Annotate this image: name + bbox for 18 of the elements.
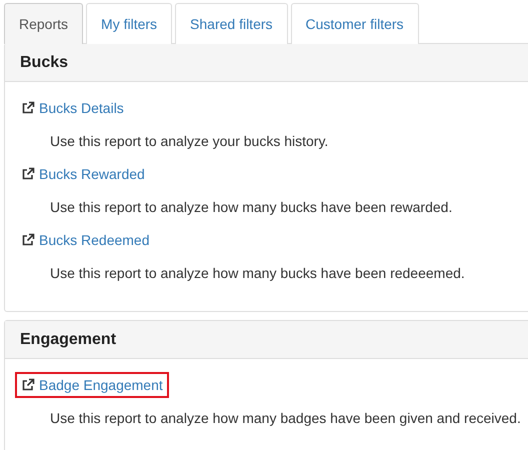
report-description: Use this report to analyze your bucks history. (50, 133, 330, 149)
tab[interactable]: Customer filters (290, 3, 419, 44)
report-description: Use this report to analyze how many bucks have been redeeemed. (50, 265, 466, 281)
report-link[interactable]: Badge Engagement (15, 372, 169, 398)
external-link-icon (21, 101, 35, 115)
report-link[interactable]: Bucks Redeemed (15, 227, 156, 253)
tab[interactable]: Shared filters (175, 3, 288, 44)
panel-title: Bucks (20, 54, 68, 72)
external-link-icon (21, 233, 35, 247)
tab[interactable]: Reports (4, 3, 84, 44)
report-description: Use this report to analyze how many badges have been given and received. (50, 410, 522, 426)
panel-title: Engagement (20, 330, 116, 348)
external-link-icon (21, 167, 35, 181)
external-link-icon (21, 378, 35, 392)
report-description: Use this report to analyze how many bucks have been rewarded. (50, 199, 454, 215)
report-link[interactable]: Bucks Rewarded (15, 161, 151, 187)
tab[interactable]: My filters (86, 3, 172, 44)
report-link[interactable]: Bucks Details (15, 95, 130, 121)
